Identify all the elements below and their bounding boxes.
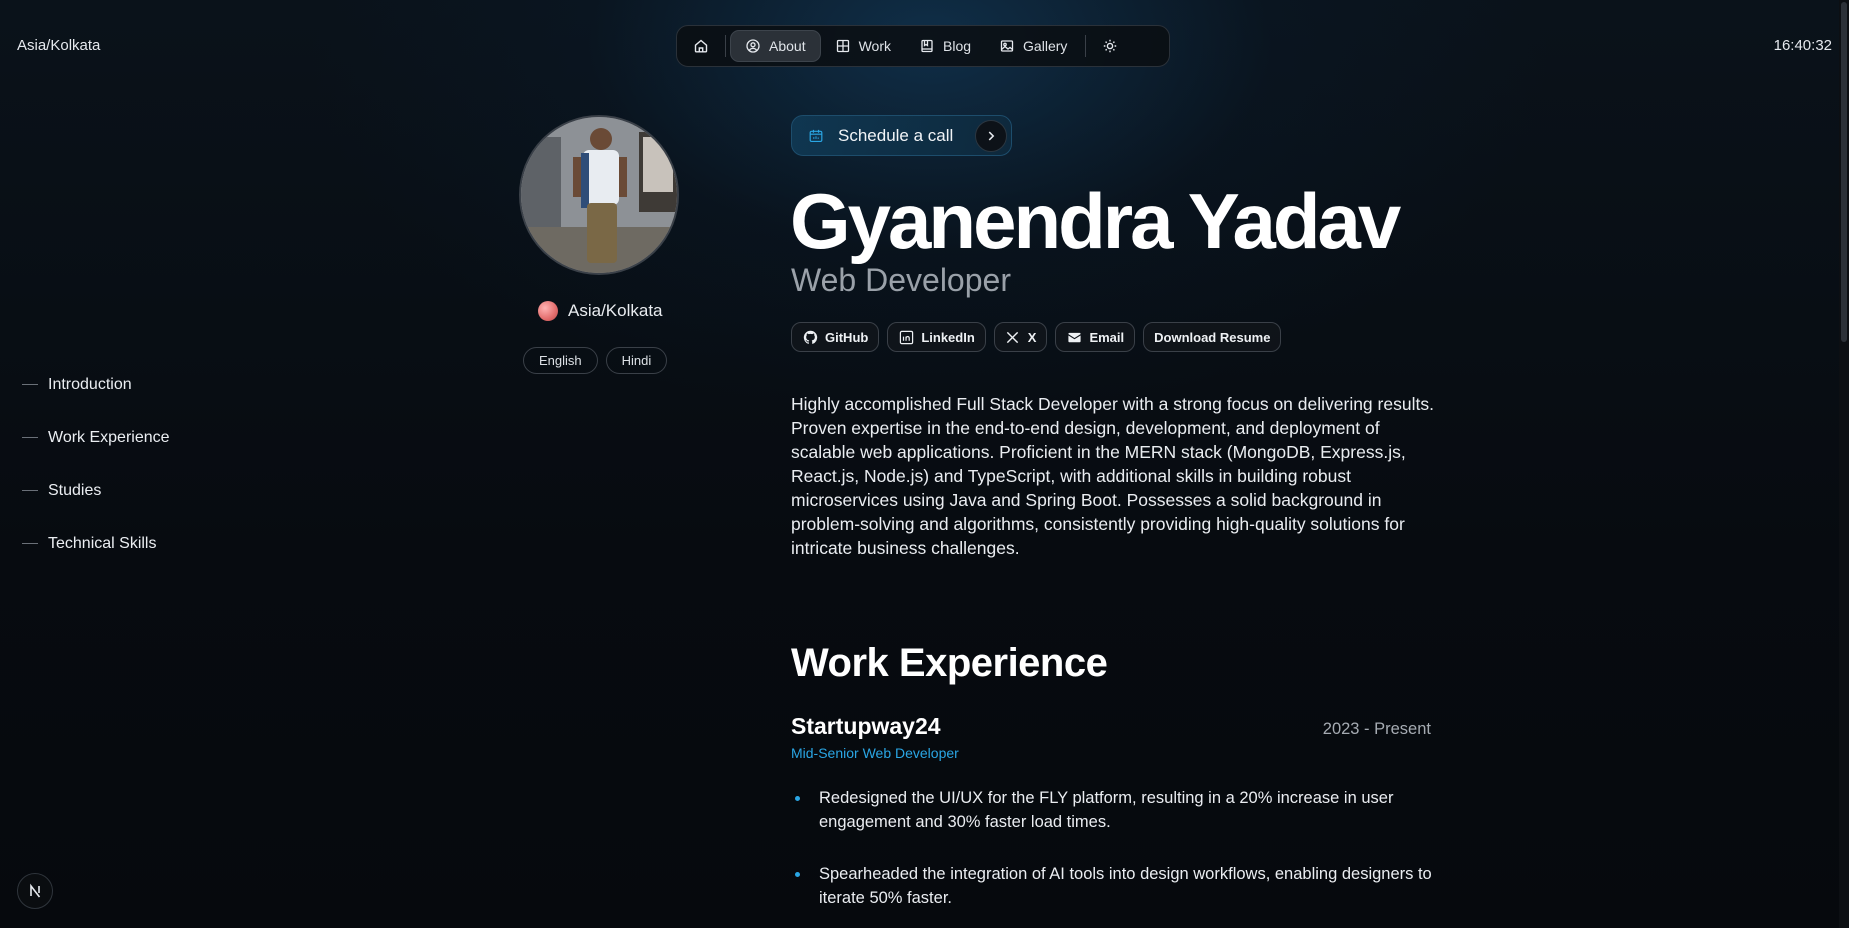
work-experience-heading: Work Experience	[791, 641, 1108, 685]
mail-icon	[1066, 329, 1082, 345]
github-icon	[802, 329, 818, 345]
linkedin-label: LinkedIn	[921, 329, 975, 345]
profile-summary: Highly accomplished Full Stack Developer…	[791, 394, 1434, 558]
theme-toggle-button[interactable]	[1090, 30, 1130, 62]
profile-location: Asia/Kolkata	[538, 301, 663, 321]
nav-home-button[interactable]	[681, 30, 721, 62]
grid-icon	[835, 38, 851, 54]
list-item: Redesigned the UI/UX for the FLY platfor…	[791, 786, 1434, 834]
language-tags: English Hindi	[523, 347, 668, 374]
timezone-label: Asia/Kolkata	[17, 37, 101, 54]
toc-item-label: Introduction	[48, 375, 132, 393]
home-icon	[693, 38, 709, 54]
linkedin-link[interactable]: LinkedIn	[887, 322, 986, 352]
toc-item-work-experience[interactable]: Work Experience	[22, 426, 170, 449]
toc-dash	[22, 384, 38, 385]
scrollbar-thumb[interactable]	[1841, 2, 1847, 342]
nextjs-logo-icon[interactable]	[17, 873, 53, 909]
work-period: 2023 - Present	[1322, 720, 1431, 738]
chevron-right-icon	[975, 119, 1007, 152]
github-label: GitHub	[825, 329, 869, 345]
toc-item-technical-skills[interactable]: Technical Skills	[22, 532, 170, 555]
table-of-contents: Introduction Work Experience Studies Tec…	[22, 373, 170, 555]
nav-item-gallery-label: Gallery	[1023, 38, 1068, 54]
toc-item-label: Technical Skills	[48, 534, 157, 552]
job-title: Mid-Senior Web Developer	[791, 745, 959, 761]
book-icon	[919, 38, 935, 54]
sun-icon	[1102, 38, 1118, 54]
company-name: Startupway24	[791, 713, 941, 739]
download-resume-label: Download Resume	[1154, 329, 1271, 345]
schedule-call-label: Schedule a call	[838, 125, 954, 145]
toc-dash	[22, 490, 38, 491]
list-item: Spearheaded the integration of AI tools …	[791, 862, 1434, 910]
email-link[interactable]: Email	[1055, 322, 1136, 352]
user-circle-icon	[745, 38, 761, 54]
work-achievements: Redesigned the UI/UX for the FLY platfor…	[791, 786, 1434, 928]
x-label: X	[1027, 329, 1037, 345]
profile-role: Web Developer	[791, 262, 1011, 298]
nav-item-blog-label: Blog	[943, 38, 972, 54]
toc-dash	[22, 437, 38, 438]
toc-dash	[22, 543, 38, 544]
x-icon	[1005, 329, 1021, 345]
x-link[interactable]: X	[993, 322, 1048, 352]
toc-item-introduction[interactable]: Introduction	[22, 373, 170, 396]
nav-item-work-label: Work	[858, 38, 892, 54]
nav-divider	[1085, 35, 1087, 57]
toc-item-studies[interactable]: Studies	[22, 479, 170, 502]
nav-item-blog[interactable]: Blog	[905, 30, 985, 62]
nav-item-work[interactable]: Work	[821, 30, 905, 62]
nav-item-about[interactable]: About	[730, 30, 821, 62]
schedule-call-button[interactable]: Schedule a call	[791, 115, 1012, 156]
clock: 16:40:32	[1773, 37, 1832, 54]
nav-item-about-label: About	[769, 38, 806, 54]
nav-item-gallery[interactable]: Gallery	[985, 30, 1081, 62]
top-navigation: About Work Blog Gallery	[676, 25, 1170, 67]
language-tag: Hindi	[605, 347, 668, 374]
profile-name: Gyanendra Yadav	[790, 177, 1401, 265]
toc-item-label: Work Experience	[48, 428, 170, 446]
github-link[interactable]: GitHub	[791, 322, 880, 352]
scrollbar[interactable]	[1839, 0, 1849, 928]
calendar-icon	[808, 128, 824, 144]
profile-location-label: Asia/Kolkata	[568, 301, 663, 320]
globe-icon	[538, 301, 558, 321]
avatar	[519, 115, 679, 275]
email-label: Email	[1089, 329, 1125, 345]
download-resume-button[interactable]: Download Resume	[1143, 322, 1282, 352]
nav-divider	[725, 35, 726, 57]
toc-item-label: Studies	[48, 481, 102, 499]
language-tag: English	[523, 347, 598, 374]
social-links: GitHub LinkedIn X Email Download Resume	[791, 322, 1282, 352]
linkedin-icon	[898, 329, 914, 345]
image-icon	[999, 38, 1015, 54]
